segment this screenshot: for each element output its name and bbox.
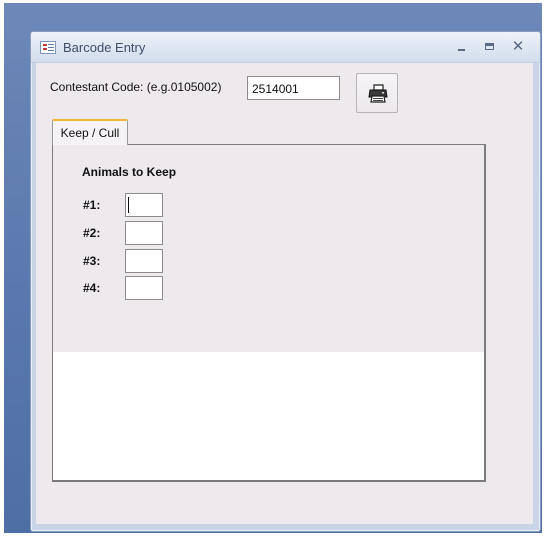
keep-label-1: #1: [83, 198, 101, 212]
keep-section-panel: Animals to Keep #1: #2: #3: #4: [53, 145, 484, 352]
desktop-background: Barcode Entry ✕ Contestant Code: (e.g.01… [4, 3, 542, 533]
contestant-code-label: Contestant Code: (e.g.0105002) [50, 80, 222, 94]
keep-row-4: #4: [83, 276, 183, 300]
form-client-area: Contestant Code: (e.g.0105002) Keep / Cu… [36, 63, 533, 524]
maximize-button[interactable] [481, 39, 499, 55]
print-button[interactable] [356, 73, 398, 113]
keep-label-4: #4: [83, 281, 101, 295]
close-icon: ✕ [511, 38, 525, 55]
contestant-code-input[interactable] [247, 76, 340, 100]
printer-icon [368, 84, 388, 103]
keep-row-2: #2: [83, 221, 183, 245]
minimize-button[interactable] [453, 39, 471, 55]
keep-cull-tab-page: Animals to Keep #1: #2: #3: #4: [52, 144, 486, 482]
window-title: Barcode Entry [63, 40, 146, 55]
keep-row-3: #3: [83, 249, 183, 273]
tab-keep-cull[interactable]: Keep / Cull [52, 119, 128, 145]
keep-animal-3-input[interactable] [125, 249, 163, 273]
tab-keep-cull-label: Keep / Cull [60, 126, 120, 140]
keep-label-3: #3: [83, 254, 101, 268]
animals-to-keep-heading: Animals to Keep [82, 165, 177, 179]
access-form-icon [40, 41, 56, 54]
text-cursor [128, 197, 129, 213]
keep-animal-4-input[interactable] [125, 276, 163, 300]
keep-label-2: #2: [83, 226, 101, 240]
title-bar[interactable]: Barcode Entry ✕ [31, 32, 540, 63]
close-button[interactable]: ✕ [509, 39, 527, 55]
barcode-entry-window: Barcode Entry ✕ Contestant Code: (e.g.01… [30, 31, 541, 532]
keep-row-1: #1: [83, 193, 183, 217]
minimize-icon [458, 49, 465, 51]
maximize-icon [485, 43, 494, 50]
keep-animal-2-input[interactable] [125, 221, 163, 245]
keep-animal-1-input[interactable] [125, 193, 163, 217]
